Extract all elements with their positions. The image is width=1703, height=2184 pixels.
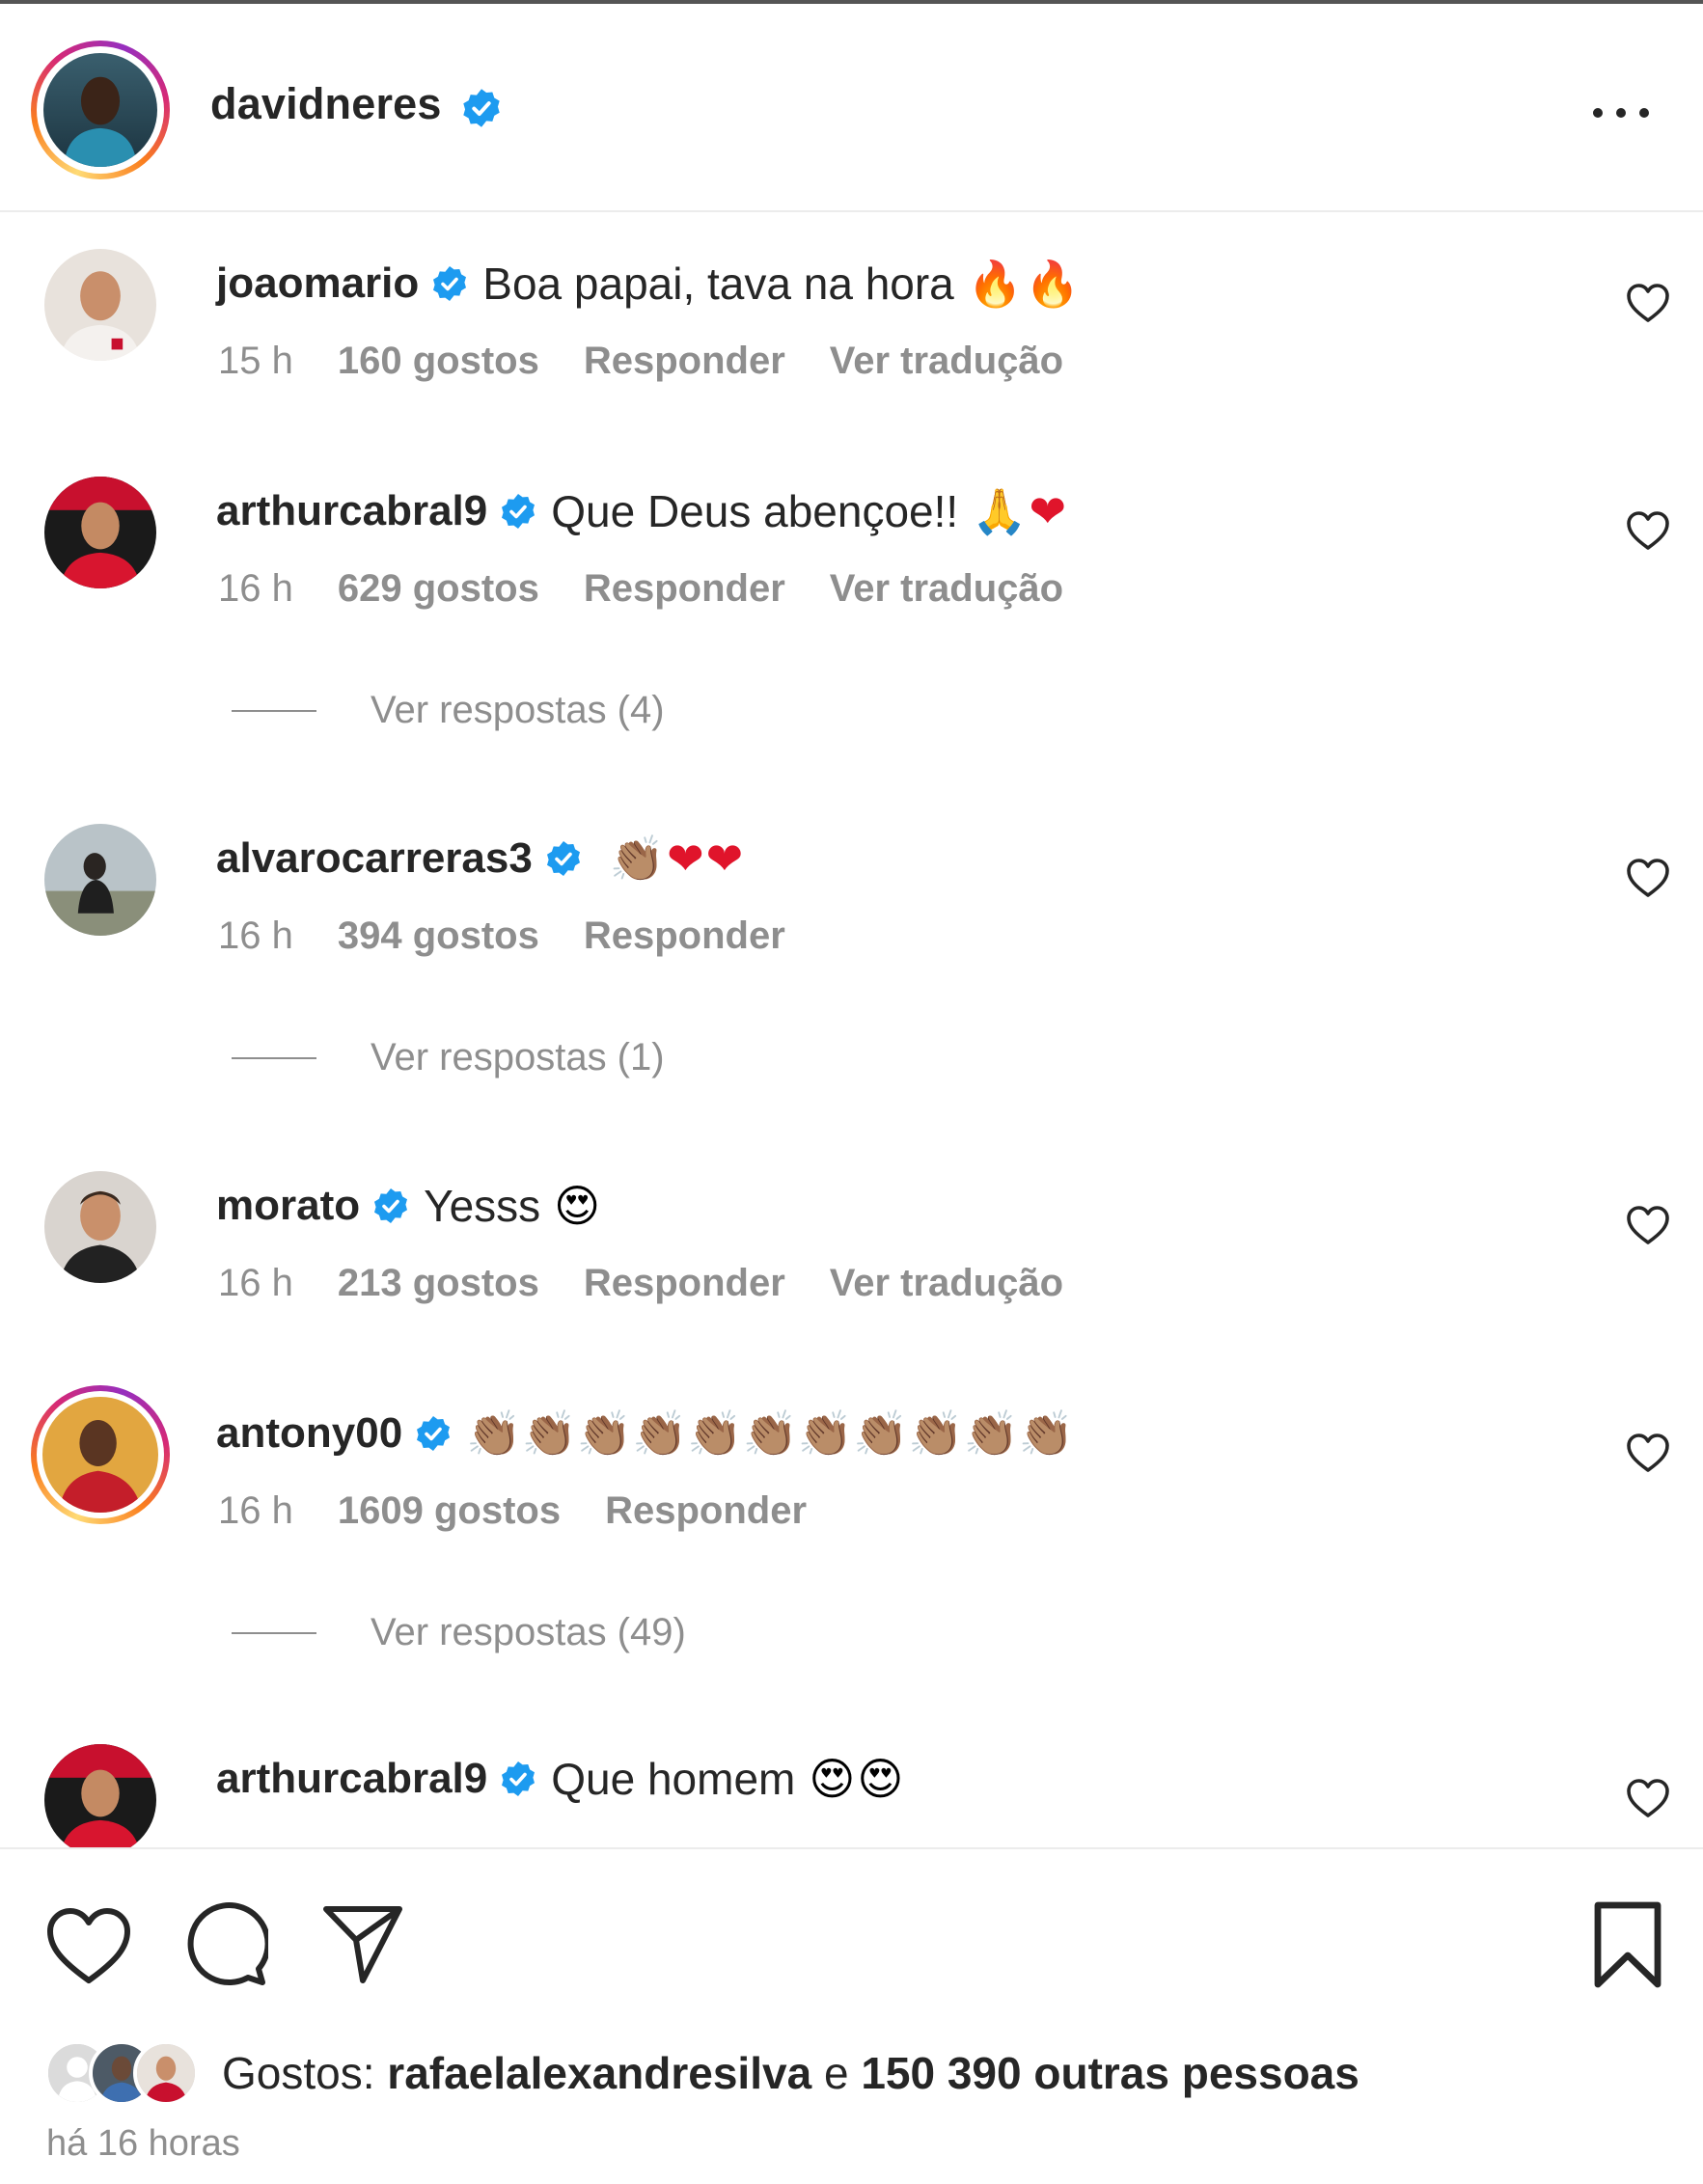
- author-photo: [43, 53, 157, 167]
- comment-time: 16 h: [218, 915, 293, 957]
- comment-emoji: 😍: [554, 1180, 603, 1232]
- commenter-username[interactable]: alvarocarreras3: [216, 834, 533, 883]
- comment-icon[interactable]: [181, 1899, 268, 1988]
- comment-emoji: 👏🏽👏🏽👏🏽👏🏽👏🏽👏🏽👏🏽👏🏽👏🏽👏🏽👏🏽: [466, 1406, 1075, 1460]
- comment-time: 16 h: [218, 1262, 293, 1304]
- verified-badge-icon: [463, 89, 500, 127]
- post-actions-bar: Gostos: rafaelalexandresilva e 150 390 o…: [0, 1847, 1703, 2184]
- share-icon[interactable]: [320, 1899, 405, 1988]
- comment-likes-count[interactable]: 629 gostos: [338, 567, 539, 611]
- see-translation-button[interactable]: Ver tradução: [830, 340, 1063, 383]
- view-replies-button[interactable]: Ver respostas (1): [232, 1036, 665, 1079]
- commenter-avatar[interactable]: [44, 1171, 156, 1283]
- commenter-avatar[interactable]: [44, 824, 156, 936]
- post-header: davidneres: [0, 4, 1703, 212]
- see-translation-button[interactable]: Ver tradução: [830, 1262, 1063, 1305]
- comment-emoji: 🙏❤: [972, 484, 1069, 537]
- comment-emoji: 👏🏽❤❤: [609, 832, 746, 885]
- replies-divider: [232, 709, 316, 712]
- comment-likes-count[interactable]: 213 gostos: [338, 1262, 539, 1305]
- comment-text: Que homem: [551, 1754, 796, 1804]
- replies-divider: [232, 1056, 316, 1059]
- verified-badge-icon: [433, 266, 467, 301]
- likes-text: Gostos: rafaelalexandresilva e 150 390 o…: [222, 2047, 1360, 2099]
- reply-button[interactable]: Responder: [584, 567, 785, 611]
- verified-badge-icon: [502, 1761, 536, 1796]
- comment-text: Boa papai, tava na hora: [482, 259, 954, 309]
- heart-icon[interactable]: [1625, 282, 1671, 324]
- heart-icon[interactable]: [1625, 857, 1671, 899]
- commenter-photo: [42, 1397, 158, 1513]
- reply-button[interactable]: Responder: [584, 340, 785, 383]
- commenter-avatar[interactable]: [44, 1744, 156, 1847]
- comment-time: 16 h: [218, 1489, 293, 1532]
- author-avatar[interactable]: [31, 41, 170, 179]
- commenter-username[interactable]: morato: [216, 1182, 360, 1230]
- more-horizontal-icon[interactable]: [1582, 89, 1660, 137]
- view-replies-button[interactable]: Ver respostas (4): [232, 689, 665, 732]
- comment-likes-count[interactable]: 160 gostos: [338, 340, 539, 383]
- likes-others-link[interactable]: 150 390 outras pessoas: [861, 2048, 1360, 2098]
- commenter-username[interactable]: joaomario: [216, 259, 419, 308]
- comments-list[interactable]: joaomario Boa papai, tava na hora 🔥🔥 15 …: [0, 214, 1703, 1847]
- heart-icon[interactable]: [1625, 1777, 1671, 1819]
- view-replies-label: Ver respostas (1): [371, 1036, 665, 1078]
- comment-emoji: 😍😍: [809, 1753, 906, 1805]
- heart-icon[interactable]: [1625, 1432, 1671, 1474]
- comment-text: Que Deus abençoe!!: [551, 486, 959, 536]
- liker-photo: [137, 2044, 195, 2102]
- commenter-avatar[interactable]: [44, 249, 156, 361]
- heart-icon[interactable]: [42, 1903, 135, 1988]
- heart-icon[interactable]: [1625, 1204, 1671, 1246]
- likes-join: e: [823, 2048, 849, 2098]
- comment-likes-count[interactable]: 1609 gostos: [338, 1489, 561, 1533]
- commenter-username[interactable]: antony00: [216, 1409, 402, 1458]
- reply-button[interactable]: Responder: [605, 1489, 807, 1533]
- verified-badge-icon: [546, 841, 580, 876]
- verified-badge-icon: [502, 494, 536, 529]
- view-replies-button[interactable]: Ver respostas (49): [232, 1611, 686, 1654]
- likes-prefix: Gostos:: [222, 2048, 375, 2098]
- comment-likes-count[interactable]: 394 gostos: [338, 915, 539, 958]
- see-translation-button[interactable]: Ver tradução: [830, 567, 1063, 611]
- commenter-username[interactable]: arthurcabral9: [216, 1755, 487, 1803]
- view-replies-label: Ver respostas (4): [371, 689, 665, 731]
- commenter-username[interactable]: arthurcabral9: [216, 487, 487, 535]
- reply-button[interactable]: Responder: [584, 915, 785, 958]
- bookmark-icon[interactable]: [1592, 1899, 1663, 1990]
- verified-badge-icon: [374, 1188, 408, 1223]
- comment-time: 16 h: [218, 567, 293, 610]
- comment-emoji: 🔥🔥: [967, 257, 1083, 310]
- author-username[interactable]: davidneres: [210, 79, 442, 129]
- liker-avatar: [133, 2040, 199, 2106]
- reply-button[interactable]: Responder: [584, 1262, 785, 1305]
- comment-time: 15 h: [218, 340, 293, 382]
- heart-icon[interactable]: [1625, 509, 1671, 552]
- verified-badge-icon: [417, 1416, 451, 1451]
- replies-divider: [232, 1631, 316, 1634]
- likes-summary[interactable]: Gostos: rafaelalexandresilva e 150 390 o…: [44, 2040, 1360, 2106]
- view-replies-label: Ver respostas (49): [371, 1611, 686, 1653]
- commenter-avatar[interactable]: [44, 477, 156, 588]
- comment-text: Yesss: [424, 1181, 541, 1231]
- commenter-avatar[interactable]: [31, 1385, 170, 1524]
- likes-user-link[interactable]: rafaelalexandresilva: [387, 2048, 811, 2098]
- post-timestamp: há 16 horas: [46, 2123, 240, 2164]
